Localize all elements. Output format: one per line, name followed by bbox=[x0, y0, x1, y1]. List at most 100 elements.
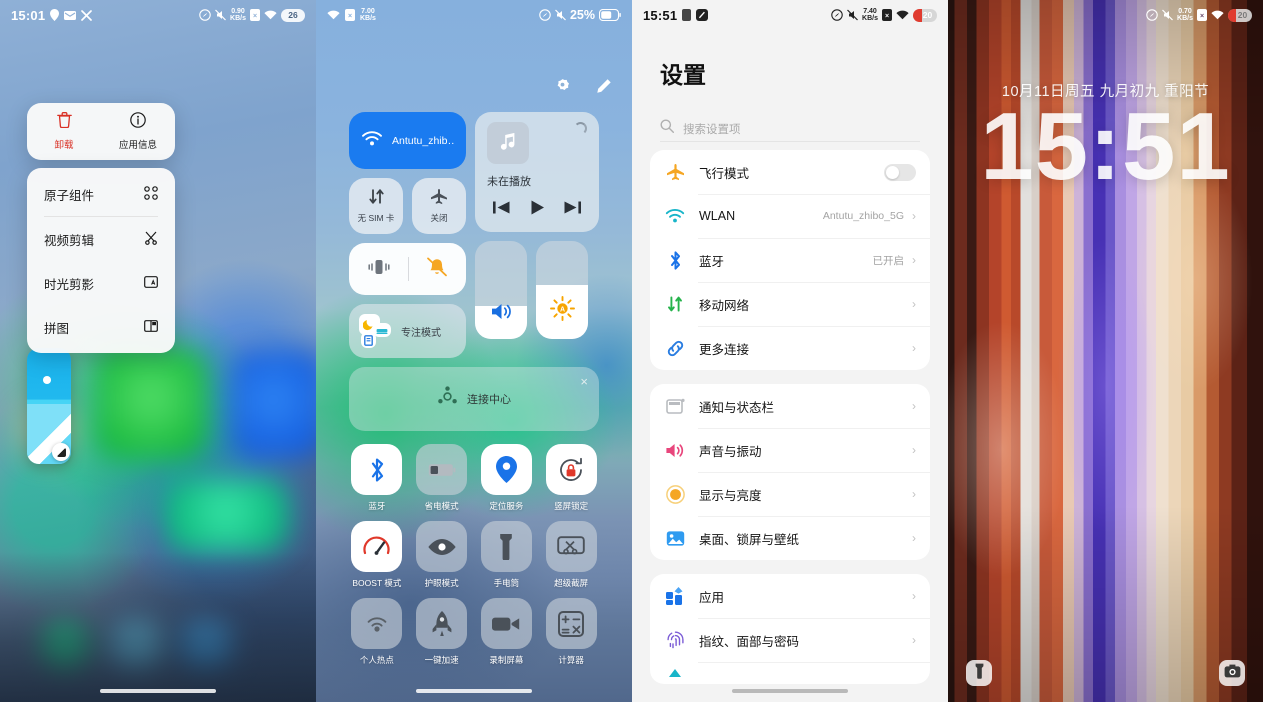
close-icon[interactable]: × bbox=[580, 375, 588, 388]
battery-badge: 20 bbox=[913, 8, 937, 22]
calculator-icon bbox=[545, 598, 597, 649]
statusbar-clock: 15:51 bbox=[643, 7, 678, 23]
chevron-right-icon: › bbox=[912, 531, 916, 545]
uninstall-button[interactable]: 卸载 bbox=[27, 103, 101, 160]
settings-row-sound[interactable]: 声音与振动 › bbox=[650, 428, 930, 472]
network-speed: 7.00 KB/s bbox=[360, 7, 376, 23]
collage-icon bbox=[144, 319, 158, 336]
menu-item-photo-movie[interactable]: 时光剪影 bbox=[27, 261, 175, 305]
brightness-slider[interactable]: A bbox=[536, 241, 588, 339]
screenshot-strip: 15:01 0.90 KB/s × 26 卸载 应用信息 原子组件 视频剪辑 时… bbox=[0, 0, 1263, 702]
notification-bar-icon bbox=[664, 398, 686, 415]
airplane-mode-tile[interactable]: 关闭 bbox=[412, 178, 466, 234]
settings-row-display[interactable]: 显示与亮度 › bbox=[650, 472, 930, 516]
toggle-label: 护眼模式 bbox=[424, 578, 459, 588]
toggle-location[interactable]: 定位服务 bbox=[479, 444, 535, 512]
vibrate-icon[interactable] bbox=[367, 257, 391, 282]
app-info-button[interactable]: 应用信息 bbox=[101, 103, 175, 160]
settings-row-label: 通知与状态栏 bbox=[699, 400, 775, 415]
svg-text:×: × bbox=[885, 13, 889, 20]
menu-item-label: 时光剪影 bbox=[44, 277, 95, 292]
blurred-icon bbox=[96, 348, 206, 458]
toggle-label: 一键加速 bbox=[424, 655, 459, 665]
menu-item-atomic-widget[interactable]: 原子组件 bbox=[27, 172, 175, 216]
home-indicator[interactable] bbox=[100, 689, 216, 693]
panel-home-longpress-menu: 15:01 0.90 KB/s × 26 卸载 应用信息 原子组件 视频剪辑 时… bbox=[0, 0, 316, 702]
battery-badge: 20 bbox=[1228, 8, 1252, 22]
settings-list[interactable]: 飞行模式 WLAN Antutu_zhibo_5G › 蓝牙 已开启 › 移动网… bbox=[632, 150, 948, 702]
network-speed: 0.90 KB/s bbox=[230, 7, 246, 23]
settings-row-fingerprint[interactable]: 指纹、面部与密码 › bbox=[650, 618, 930, 662]
atomic-widget-icon bbox=[144, 185, 158, 203]
media-player-card[interactable]: 未在播放 bbox=[475, 112, 599, 232]
menu-item-video-edit[interactable]: 视频剪辑 bbox=[27, 217, 175, 261]
partial-row-icon bbox=[664, 668, 686, 678]
toggle-label: 个人热点 bbox=[359, 655, 394, 665]
flashlight-shortcut-button[interactable] bbox=[966, 660, 992, 686]
settings-row-bluetooth[interactable]: 蓝牙 已开启 › bbox=[650, 238, 930, 282]
gear-icon[interactable] bbox=[554, 78, 571, 100]
settings-row-wlan[interactable]: WLAN Antutu_zhibo_5G › bbox=[650, 194, 930, 238]
toggle-label: 竖屏锁定 bbox=[554, 501, 589, 511]
settings-group-display: 通知与状态栏 › 声音与振动 › 显示与亮度 › 桌面、锁屏与壁纸 › bbox=[650, 384, 930, 560]
toggle-flashlight[interactable]: 手电筒 bbox=[479, 521, 535, 589]
slider-group: A bbox=[475, 241, 599, 339]
focus-mode-tile[interactable]: 专注模式 bbox=[349, 304, 466, 358]
toggle-screen-record[interactable]: 录制屏幕 bbox=[479, 598, 535, 666]
brightness-icon bbox=[664, 484, 686, 504]
mini-tile-pair: 无 SIM 卡 关闭 bbox=[349, 178, 466, 234]
airplane-mode-toggle[interactable] bbox=[884, 163, 916, 181]
play-icon[interactable] bbox=[529, 199, 546, 221]
info-icon bbox=[130, 112, 146, 133]
bell-off-icon[interactable] bbox=[426, 257, 448, 282]
sim-x-icon: × bbox=[882, 9, 892, 21]
connect-center-icon bbox=[437, 386, 458, 412]
settings-row-airplane-mode[interactable]: 飞行模式 bbox=[650, 150, 930, 194]
super-screenshot-icon bbox=[545, 521, 597, 572]
toggle-boost-mode[interactable]: BOOST 模式 bbox=[349, 521, 405, 589]
statusbar-control-center: × 7.00 KB/s 25% bbox=[316, 0, 632, 30]
compass-icon bbox=[1146, 9, 1158, 21]
toggle-eye-care[interactable]: 护眼模式 bbox=[414, 521, 470, 589]
media-controls bbox=[487, 199, 587, 221]
album-art-placeholder bbox=[487, 122, 529, 164]
connect-center-banner[interactable]: × 连接中心 bbox=[349, 367, 599, 431]
toggle-rotation-lock[interactable]: 竖屏锁定 bbox=[543, 444, 599, 512]
settings-row-apps[interactable]: 应用 › bbox=[650, 574, 930, 618]
camera-shortcut-button[interactable] bbox=[1219, 660, 1245, 686]
panel-lockscreen: 0.70 KB/s × 20 10月11日周五 九月初九 重阳节 15:51 bbox=[948, 0, 1263, 702]
menu-item-collage[interactable]: 拼图 bbox=[27, 305, 175, 349]
statusbar-lockscreen: 0.70 KB/s × 20 bbox=[948, 0, 1263, 30]
toggle-calculator[interactable]: 计算器 bbox=[543, 598, 599, 666]
menu-item-label: 视频剪辑 bbox=[44, 233, 95, 248]
chevron-right-icon: › bbox=[912, 209, 916, 223]
toggle-battery-saver[interactable]: 省电模式 bbox=[414, 444, 470, 512]
mobile-data-tile[interactable]: 无 SIM 卡 bbox=[349, 178, 403, 234]
wifi-tile[interactable]: Antutu_zhib… bbox=[349, 112, 466, 169]
settings-row-mobile-network[interactable]: 移动网络 › bbox=[650, 282, 930, 326]
settings-row-notifications[interactable]: 通知与状态栏 › bbox=[650, 384, 930, 428]
search-input[interactable]: 搜索设置项 bbox=[660, 116, 920, 142]
prev-icon[interactable] bbox=[492, 200, 511, 220]
trash-icon bbox=[56, 112, 72, 133]
wifi-ssid-label: Antutu_zhib… bbox=[392, 134, 454, 147]
scissors-icon bbox=[144, 231, 158, 248]
control-center-body: Antutu_zhib… 无 SIM 卡 关闭 专注模式 未在播放 A × 连接… bbox=[316, 112, 632, 702]
blurred-icon bbox=[232, 352, 316, 458]
home-indicator[interactable] bbox=[732, 689, 848, 693]
next-icon[interactable] bbox=[563, 200, 582, 220]
mute-icon bbox=[847, 9, 858, 21]
toggle-bluetooth[interactable]: 蓝牙 bbox=[349, 444, 405, 512]
media-title: 未在播放 bbox=[487, 176, 531, 188]
settings-row-wallpaper[interactable]: 桌面、锁屏与壁纸 › bbox=[650, 516, 930, 560]
volume-slider[interactable] bbox=[475, 241, 527, 339]
toggle-label: 计算器 bbox=[558, 655, 584, 665]
edit-pencil-icon[interactable] bbox=[595, 78, 612, 100]
toggle-super-screenshot[interactable]: 超级截屏 bbox=[543, 521, 599, 589]
uninstall-label: 卸载 bbox=[54, 140, 74, 151]
settings-row-partial[interactable] bbox=[650, 662, 930, 684]
settings-row-more-connections[interactable]: 更多连接 › bbox=[650, 326, 930, 370]
toggle-hotspot[interactable]: 个人热点 bbox=[349, 598, 405, 666]
network-speed: 0.70 KB/s bbox=[1177, 7, 1193, 23]
toggle-one-key-boost[interactable]: 一键加速 bbox=[414, 598, 470, 666]
